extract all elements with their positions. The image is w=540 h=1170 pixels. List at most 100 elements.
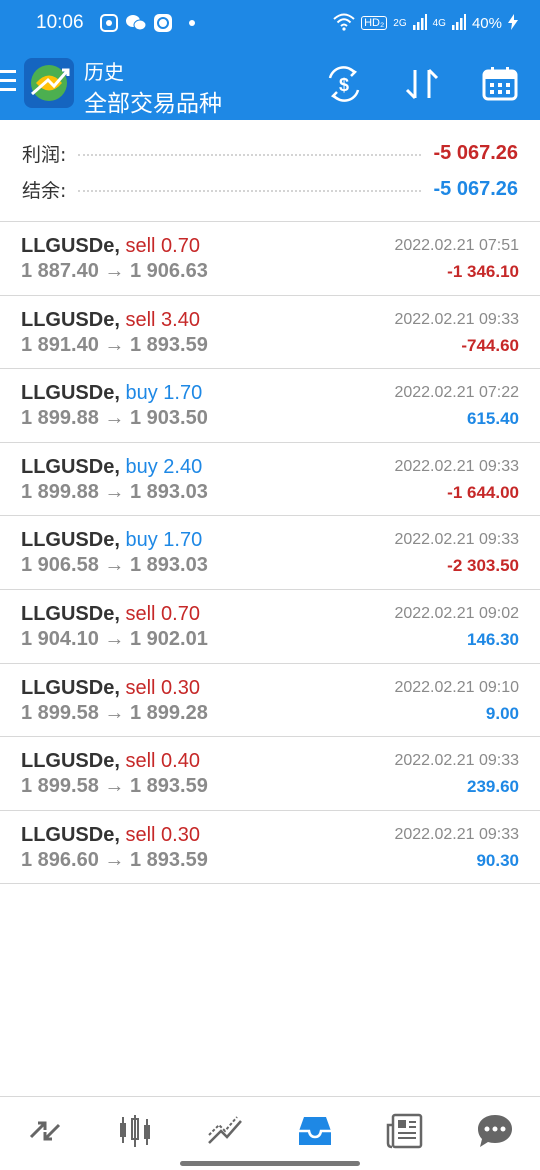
trade-profit: 239.60 [467, 777, 519, 797]
trade-prices: 1 899.88 → 1 903.50 [21, 407, 208, 430]
status-time: 10:06 [36, 12, 84, 33]
trade-profit: 146.30 [467, 629, 519, 649]
trade-profit: 90.30 [476, 850, 519, 870]
app-bar: 历史 全部交易品种 $ [0, 46, 540, 120]
trade-date: 2022.02.21 09:10 [394, 678, 519, 696]
wechat-icon [125, 12, 147, 34]
messages-icon [475, 1111, 515, 1156]
notification-dot [188, 20, 195, 26]
trade-symbol: LLGUSDe, [21, 308, 120, 331]
tab-trade[interactable] [180, 1097, 270, 1170]
news-icon [385, 1111, 425, 1156]
trade-profit: -2 303.50 [447, 556, 519, 576]
notification-app-icon [98, 12, 120, 34]
summary-panel: 利润: -5 067.26 结余: -5 067.26 [0, 120, 540, 222]
network-2g-label: 2G [393, 17, 407, 29]
trade-date: 2022.02.21 09:33 [394, 531, 519, 549]
history-icon [295, 1111, 335, 1156]
trade-prices: 1 887.40 → 1 906.63 [21, 260, 208, 282]
trade-row[interactable]: LLGUSDe, buy 2.40 1 899.88 → 1 893.03 20… [0, 443, 540, 517]
trade-profit: 9.00 [485, 703, 519, 723]
trade-prices: 1 899.58 → 1 899.28 [21, 701, 208, 724]
trade-profit: 615.40 [467, 409, 519, 429]
app-notification-icon [152, 12, 174, 34]
tab-messages[interactable] [450, 1097, 540, 1170]
tab-news[interactable] [360, 1097, 450, 1170]
trade-date: 2022.02.21 09:33 [394, 310, 519, 328]
bottom-navigation [0, 1096, 540, 1170]
trade-symbol: LLGUSDe, [21, 602, 120, 625]
trade-row[interactable]: LLGUSDe, sell 0.70 1 887.40 → 1 906.63 2… [0, 222, 540, 296]
trade-symbol: LLGUSDe, [21, 455, 120, 478]
trade-symbol: LLGUSDe, [21, 676, 120, 699]
trade-side: sell 0.70 [125, 602, 200, 625]
dotted-leader [78, 190, 422, 192]
trade-prices: 1 906.58 → 1 893.03 [21, 554, 208, 577]
menu-icon[interactable] [0, 70, 16, 92]
sort-icon[interactable] [402, 64, 442, 104]
profit-row: 利润: -5 067.26 [22, 138, 518, 168]
gesture-bar[interactable] [180, 1161, 360, 1166]
network-4g-label: 4G [432, 17, 446, 29]
tab-chart[interactable] [90, 1097, 180, 1170]
balance-label: 结余: [22, 179, 67, 202]
trade-side: sell 0.30 [125, 823, 200, 846]
trade-row[interactable]: LLGUSDe, buy 1.70 1 899.88 → 1 903.50 20… [0, 369, 540, 443]
trade-row[interactable]: LLGUSDe, buy 1.70 1 906.58 → 1 893.03 20… [0, 516, 540, 590]
balance-value: -5 067.26 [433, 177, 518, 200]
trade-side: sell 3.40 [125, 308, 200, 331]
trade-symbol: LLGUSDe, [21, 382, 120, 405]
symbol-filter-label[interactable]: 全部交易品种 [84, 84, 222, 118]
status-bar: 10:06 HD₂ 2G 4G 40% [0, 0, 540, 46]
trade-profit: -1 644.00 [447, 482, 519, 502]
trade-symbol: LLGUSDe, [21, 750, 120, 773]
quotes-icon [25, 1111, 65, 1156]
trade-date: 2022.02.21 07:22 [394, 384, 519, 402]
tab-history[interactable] [270, 1097, 360, 1170]
tab-quotes[interactable] [0, 1097, 90, 1170]
trade-date: 2022.02.21 09:33 [394, 457, 519, 475]
trade-symbol: LLGUSDe, [21, 529, 120, 552]
trade-prices: 1 904.10 → 1 902.01 [21, 627, 208, 650]
trade-prices: 1 899.58 → 1 893.59 [21, 775, 208, 798]
trade-date: 2022.02.21 09:02 [394, 604, 519, 622]
trade-side: sell 0.40 [125, 750, 200, 773]
svg-text:$: $ [339, 75, 349, 95]
trade-side: sell 0.30 [125, 676, 200, 699]
app-logo-icon[interactable] [24, 58, 74, 108]
trade-row[interactable]: LLGUSDe, sell 0.30 1 899.58 → 1 899.28 2… [0, 664, 540, 738]
trade-prices: 1 899.88 → 1 893.03 [21, 480, 208, 503]
trade-date: 2022.02.21 07:51 [394, 237, 519, 254]
trade-symbol: LLGUSDe, [21, 235, 120, 257]
page-title: 历史 [84, 60, 124, 84]
trade-date: 2022.02.21 09:33 [394, 752, 519, 770]
hd-badge: HD₂ [361, 16, 388, 30]
trade-prices: 1 896.60 → 1 893.59 [21, 848, 208, 871]
trade-date: 2022.02.21 09:33 [394, 825, 519, 843]
wifi-icon [333, 13, 355, 34]
chart-icon [115, 1111, 155, 1156]
trade-list: LLGUSDe, sell 0.70 1 887.40 → 1 906.63 2… [0, 222, 540, 885]
signal-icon [412, 13, 427, 33]
profit-value: -5 067.26 [433, 141, 518, 164]
trade-side: buy 2.40 [125, 455, 203, 478]
currency-exchange-icon[interactable]: $ [324, 64, 364, 104]
dotted-leader [78, 154, 422, 156]
battery-level: 40% [471, 14, 502, 32]
profit-label: 利润: [22, 143, 67, 166]
calendar-icon[interactable] [480, 64, 520, 104]
trade-side: sell 0.70 [125, 235, 200, 257]
trade-row[interactable]: LLGUSDe, sell 0.40 1 899.58 → 1 893.59 2… [0, 737, 540, 811]
trade-profit: -744.60 [461, 335, 519, 355]
charging-icon [508, 13, 518, 33]
trade-row[interactable]: LLGUSDe, sell 3.40 1 891.40 → 1 893.59 2… [0, 296, 540, 370]
trade-profit: -1 346.10 [447, 262, 519, 281]
trade-prices: 1 891.40 → 1 893.59 [21, 333, 208, 356]
trade-row[interactable]: LLGUSDe, sell 0.70 1 904.10 → 1 902.01 2… [0, 590, 540, 664]
trade-symbol: LLGUSDe, [21, 823, 120, 846]
trade-icon [205, 1111, 245, 1156]
trade-side: buy 1.70 [125, 529, 203, 552]
trade-side: buy 1.70 [125, 382, 203, 405]
trade-row[interactable]: LLGUSDe, sell 0.30 1 896.60 → 1 893.59 2… [0, 811, 540, 885]
balance-row: 结余: -5 067.26 [22, 174, 518, 204]
